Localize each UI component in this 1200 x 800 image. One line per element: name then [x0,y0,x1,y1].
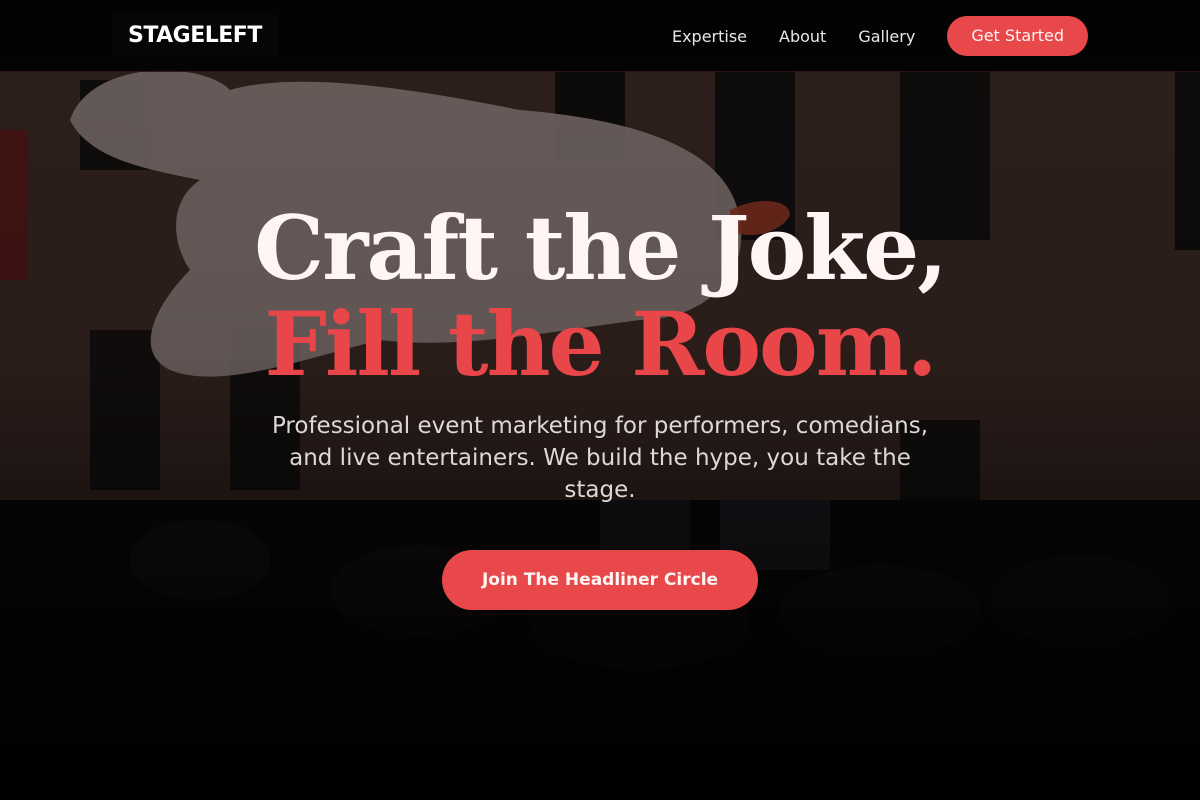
join-headliner-circle-button[interactable]: Join The Headliner Circle [441,550,759,610]
hero-subtitle: Professional event marketing for perform… [271,413,929,503]
nav-link-expertise[interactable]: Expertise [672,27,747,46]
site-logo[interactable]: STAGELEFT [112,14,278,58]
landing-page: STAGELEFT Expertise About Gallery Get St… [0,0,1200,800]
hero-headline: Craft the Joke, Fill the Room. [0,200,1200,392]
hero-section: Craft the Joke, Fill the Room. Professio… [0,200,1200,610]
top-navbar: STAGELEFT Expertise About Gallery Get St… [0,0,1200,72]
nav-link-about[interactable]: About [779,27,826,46]
headline-line-primary: Craft the Joke, [254,196,948,300]
nav-links: Expertise About Gallery Get Started [672,16,1088,56]
headline-line-accent: Fill the Room. [264,292,938,396]
nav-link-gallery[interactable]: Gallery [858,27,915,46]
get-started-button[interactable]: Get Started [947,16,1088,56]
